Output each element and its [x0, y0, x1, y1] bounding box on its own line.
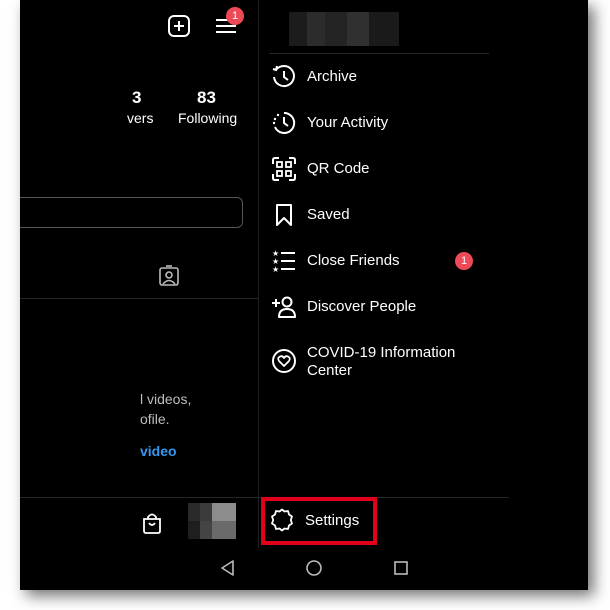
settings-label: Settings — [305, 512, 360, 529]
tagged-photos-icon[interactable] — [158, 265, 180, 287]
bookmark-icon — [276, 204, 292, 226]
menu-item-archive[interactable]: Archive — [259, 57, 509, 97]
followers-count[interactable]: 3 — [132, 88, 141, 108]
close-friends-icon: ★ ★ ★ — [272, 249, 295, 274]
menu-item-label: COVID-19 Information — [307, 344, 456, 361]
profile-avatar-tab[interactable] — [188, 503, 236, 539]
side-drawer: Archive Your Activity QR Code Saved ★ ★ … — [258, 0, 588, 548]
menu-item-covid-info[interactable]: COVID-19 Information Center — [259, 340, 509, 384]
menu-item-close-friends[interactable]: ★ ★ ★ Close Friends 1 — [259, 241, 509, 281]
menu-item-discover-people[interactable]: Discover People — [259, 287, 509, 327]
empty-state-text-line2: ofile. — [140, 411, 170, 427]
menu-item-label-line2: Center — [307, 362, 353, 379]
settings-gear-icon — [271, 508, 293, 532]
following-count[interactable]: 83 — [197, 88, 216, 108]
following-label[interactable]: Following — [178, 110, 237, 126]
empty-state-text-line1: l videos, — [140, 391, 192, 407]
back-icon[interactable] — [218, 558, 238, 578]
qr-code-icon — [272, 157, 296, 181]
phone-screen: 1 3 vers 83 Following l videos, ofile. v… — [20, 0, 588, 590]
tab-divider — [20, 298, 258, 299]
home-icon[interactable] — [304, 558, 324, 578]
svg-text:★: ★ — [272, 265, 279, 274]
system-nav-bar — [20, 548, 588, 590]
menu-item-qr-code[interactable]: QR Code — [259, 149, 509, 189]
drawer-header-divider — [269, 53, 489, 54]
notification-badge: 1 — [226, 7, 244, 25]
add-person-icon — [272, 296, 296, 318]
menu-item-label: Your Activity — [307, 114, 389, 131]
menu-item-label: Discover People — [307, 298, 417, 315]
archive-icon — [272, 65, 295, 88]
covid-info-icon — [272, 349, 296, 373]
shop-icon[interactable] — [142, 512, 162, 534]
close-friends-badge: 1 — [455, 252, 473, 270]
followers-label[interactable]: vers — [127, 110, 153, 126]
bottom-nav-divider — [20, 497, 258, 498]
activity-icon — [272, 111, 296, 134]
menu-item-your-activity[interactable]: Your Activity — [259, 103, 509, 143]
edit-profile-button[interactable] — [20, 197, 243, 228]
menu-item-settings[interactable]: Settings — [261, 497, 377, 545]
upload-video-link[interactable]: video — [140, 443, 177, 459]
profile-page: 1 3 vers 83 Following l videos, ofile. v… — [20, 0, 258, 590]
new-post-icon[interactable] — [167, 14, 191, 38]
menu-item-label: Close Friends — [307, 252, 400, 269]
menu-item-label: QR Code — [307, 160, 370, 177]
recents-icon[interactable] — [391, 558, 411, 578]
menu-item-label: Saved — [307, 206, 350, 223]
username-blurred — [289, 12, 399, 46]
menu-item-saved[interactable]: Saved — [259, 195, 509, 235]
menu-item-label: Archive — [307, 68, 358, 85]
